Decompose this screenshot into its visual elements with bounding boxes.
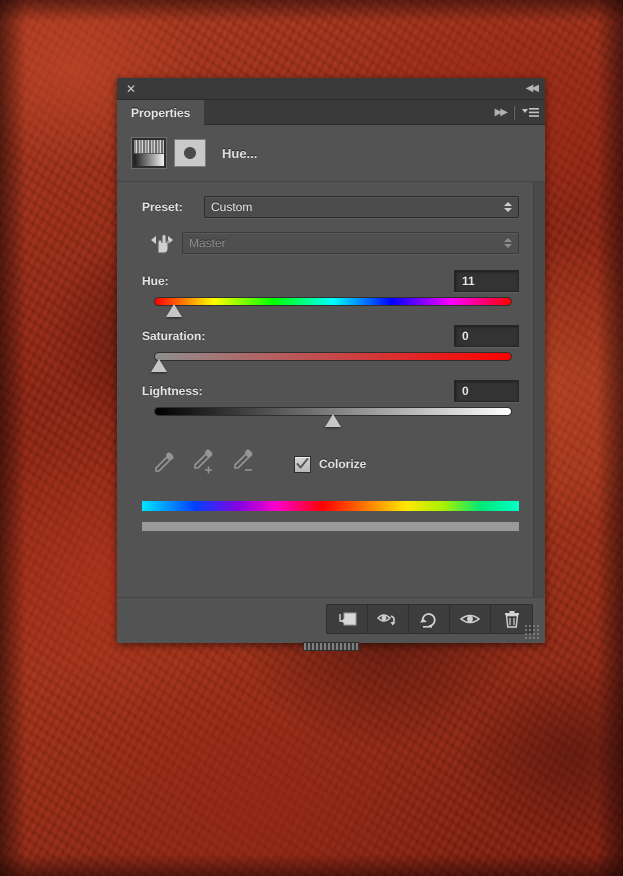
lightness-row: Lightness: 0	[142, 380, 519, 402]
hue-track-wrap	[154, 297, 512, 319]
trash-icon	[504, 611, 519, 628]
hue-spectrum-bar	[142, 501, 519, 511]
preset-row: Preset: Custom	[142, 196, 519, 218]
hue-slider-group: Hue: 11	[142, 270, 519, 319]
saturation-value-input[interactable]: 0	[454, 325, 519, 347]
photoshop-canvas-background: ✕ ◀◀ Properties ▶▶ Hue... Preset: Custom…	[0, 0, 623, 876]
on-image-adjustment-hand-icon[interactable]	[142, 231, 182, 255]
panel-resize-handle[interactable]	[303, 642, 359, 651]
panel-content: Preset: Custom Master Hue: 11 Saturation…	[117, 196, 545, 531]
adjustment-thumbnail-gradient-top	[134, 140, 164, 155]
saturation-label: Saturation:	[142, 329, 206, 343]
spectrum-bars	[142, 501, 519, 531]
eye-icon	[459, 614, 481, 624]
properties-panel: ✕ ◀◀ Properties ▶▶ Hue... Preset: Custom…	[117, 78, 545, 651]
hue-value: 11	[462, 274, 475, 288]
panel-scrollbar[interactable]	[533, 182, 545, 597]
saturation-track-wrap	[151, 352, 512, 374]
hue-saturation-adjustment-thumbnail[interactable]	[132, 138, 166, 168]
layer-mask-shape	[184, 147, 196, 159]
lightness-value-input[interactable]: 0	[454, 380, 519, 402]
lightness-value: 0	[462, 384, 469, 398]
panel-footer	[117, 597, 545, 651]
hue-row: Hue: 11	[142, 270, 519, 292]
eyedropper-add-icon[interactable]	[192, 448, 232, 480]
chevron-updown-icon	[504, 202, 512, 212]
view-previous-state-button[interactable]	[368, 605, 409, 633]
reset-adjustment-button[interactable]	[409, 605, 450, 633]
hue-slider-thumb[interactable]	[165, 304, 182, 317]
saturation-slider-track[interactable]	[154, 352, 512, 361]
lightness-label: Lightness:	[142, 384, 203, 398]
eyedropper-subtract-icon[interactable]	[232, 448, 272, 480]
colorize-label: Colorize	[319, 457, 367, 471]
saturation-slider-thumb[interactable]	[151, 359, 168, 372]
expand-panel-icon[interactable]: ▶▶	[495, 107, 508, 118]
tabbar-controls: ▶▶	[495, 100, 539, 125]
hue-range-bar[interactable]	[142, 522, 519, 531]
colorize-checkbox[interactable]: Colorize	[294, 455, 367, 473]
hue-value-input[interactable]: 11	[454, 270, 519, 292]
tools-row: Colorize	[142, 447, 519, 481]
channel-row: Master	[142, 232, 519, 254]
clip-to-layer-button[interactable]	[327, 605, 368, 633]
lightness-track-wrap	[154, 407, 512, 429]
resize-grip[interactable]	[523, 623, 541, 639]
saturation-value: 0	[462, 329, 469, 343]
preset-label: Preset:	[142, 200, 183, 214]
checkmark-icon	[296, 458, 309, 469]
eyedropper-icon[interactable]	[152, 449, 192, 480]
adjustment-header: Hue...	[117, 125, 545, 182]
hue-label: Hue:	[142, 274, 169, 288]
layer-mask-thumbnail[interactable]	[174, 139, 206, 167]
panel-menu-icon[interactable]	[522, 107, 539, 119]
saturation-row: Saturation: 0	[142, 325, 519, 347]
channel-value: Master	[189, 236, 226, 250]
eye-previous-state-icon	[376, 614, 396, 626]
checkbox-box	[294, 455, 311, 473]
channel-select[interactable]: Master	[182, 232, 519, 254]
lightness-slider-thumb[interactable]	[325, 414, 341, 427]
tab-properties-label: Properties	[131, 105, 191, 120]
panel-titlebar: ✕ ◀◀	[117, 78, 545, 100]
chevron-updown-icon	[504, 238, 512, 248]
toggle-visibility-button[interactable]	[450, 605, 491, 633]
hue-slider-track[interactable]	[154, 297, 512, 306]
collapse-to-icons-icon[interactable]: ◀◀	[526, 82, 539, 96]
saturation-slider-group: Saturation: 0	[142, 325, 519, 374]
lightness-slider-group: Lightness: 0	[142, 380, 519, 429]
close-icon[interactable]: ✕	[123, 81, 139, 97]
preset-value: Custom	[211, 200, 253, 214]
reset-arrow-icon	[420, 613, 436, 628]
adjustment-thumbnail-gradient-bottom	[134, 154, 164, 166]
clip-to-layer-icon	[339, 612, 357, 626]
panel-tabbar: Properties ▶▶	[117, 100, 545, 125]
tab-properties[interactable]: Properties	[117, 100, 205, 125]
footer-button-bar	[326, 604, 533, 634]
panel-body: Preset: Custom Master Hue: 11 Saturation…	[117, 182, 545, 597]
tabbar-divider	[513, 105, 515, 120]
page-title: Hue...	[222, 145, 258, 161]
preset-select[interactable]: Custom	[204, 196, 519, 218]
